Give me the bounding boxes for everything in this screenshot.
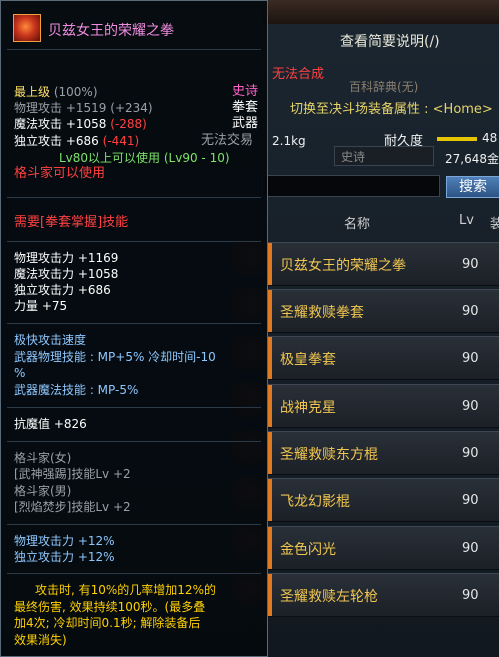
shop-row-name: 圣耀救赎东方棍 [280, 447, 378, 463]
shop-row-lv: 90 [462, 257, 479, 272]
shop-row[interactable]: 极皇拳套 90 [268, 336, 499, 380]
gold-amount: 27,648金 [445, 152, 499, 166]
ind-atk-label: 独立攻击 [14, 134, 63, 148]
shop-row[interactable]: 圣耀救赎拳套 90 [268, 289, 499, 333]
durability-bar [437, 137, 477, 141]
weapon-phys-skill-wrap: % [14, 366, 26, 380]
stat-mag-atk: 魔法攻击力 +1058 [14, 267, 119, 281]
mag-atk-delta: (-288) [110, 117, 147, 131]
encyclopedia-hint: 百科辞典(无) [349, 80, 419, 94]
item-type: 拳套 [232, 100, 259, 115]
ind-atk-value: +686 [65, 134, 99, 148]
class-female: 格斗家(女) [14, 451, 72, 465]
shop-row-name: 圣耀救赎拳套 [280, 305, 364, 321]
divider [7, 441, 261, 442]
shop-row[interactable]: 圣耀救赎东方棍 90 [268, 431, 499, 475]
divider [7, 573, 261, 574]
shop-row-name: 飞龙幻影棍 [280, 494, 350, 510]
class-requirement: 格斗家可以使用 [14, 166, 106, 181]
weapon-phys-skill: 武器物理技能 : MP+5% 冷却时间-10 [14, 350, 216, 364]
shop-row-lv: 90 [462, 588, 479, 603]
stat-phys-atk: 物理攻击力 +1169 [14, 251, 119, 265]
durability-value: 48 [482, 131, 498, 145]
shop-row-lv: 90 [462, 541, 479, 556]
search-button[interactable]: 搜索 [446, 176, 499, 198]
fist-weapon-icon [13, 14, 41, 42]
shop-row-lv: 90 [462, 493, 479, 508]
rarity-filter-dropdown[interactable]: 史诗 [334, 146, 434, 166]
item-tooltip: 贝兹女王的荣耀之拳 最上级 (100%) 史诗 无法合成 物理攻击 +1519 … [0, 0, 324, 657]
effect-desc-line4: 效果消失) [14, 633, 67, 647]
column-header-extra[interactable]: 装 [490, 213, 499, 232]
mag-atk-line: 魔法攻击 +1058 (-288) [14, 117, 147, 131]
rarity-label: 史诗 [232, 84, 259, 99]
effect-desc-line1: 攻击时, 有10%的几率增加12%的 [35, 583, 216, 597]
divider [7, 407, 261, 408]
item-category: 武器 [232, 116, 259, 131]
mag-atk-label: 魔法攻击 [14, 117, 63, 131]
no-trade-label: 无法交易 [201, 133, 254, 148]
shop-row-lv: 90 [462, 304, 479, 319]
shop-row[interactable]: 战神克星 90 [268, 384, 499, 428]
shop-row[interactable]: 圣耀救赎左轮枪 90 [268, 573, 499, 617]
item-grade: 最上级 (100%) [14, 85, 98, 99]
shop-row-name: 战神克星 [280, 400, 336, 416]
divider [7, 323, 261, 324]
divider [7, 524, 261, 525]
shop-row-lv: 90 [462, 351, 479, 366]
stat-ind-atk: 独立攻击力 +686 [14, 283, 111, 297]
effect-desc-line2: 最终伤害, 效果持续100秒。(最多叠 [14, 600, 206, 614]
switch-arena-attributes-text[interactable]: 切换至决斗场装备属性 : <Home> [290, 98, 493, 117]
shop-row[interactable]: 贝兹女王的荣耀之拳 90 [268, 242, 499, 286]
shop-row-name: 极皇拳套 [280, 352, 336, 368]
shop-row-lv: 90 [462, 399, 479, 414]
shop-header-bar [262, 0, 499, 24]
phys-atk-delta: (+234) [110, 101, 153, 115]
phys-atk-line: 物理攻击 +1519 (+234) [14, 101, 153, 115]
stat-strength: 力量 +75 [14, 299, 68, 313]
column-header-lv[interactable]: Lv [459, 213, 474, 228]
shop-row-name: 金色闪光 [280, 542, 336, 558]
column-header-name[interactable]: 名称 [344, 213, 370, 232]
grade-percent: (100%) [53, 85, 98, 99]
bonus-phys-atk: 物理攻击力 +12% [14, 534, 115, 548]
ind-atk-delta: (-441) [102, 134, 140, 148]
phys-atk-label: 物理攻击 [14, 101, 63, 115]
anti-magic-value: 抗魔值 +826 [14, 417, 87, 431]
mag-atk-value: +1058 [65, 117, 107, 131]
ind-atk-line: 独立攻击 +686 (-441) [14, 134, 139, 148]
shop-row-name: 贝兹女王的荣耀之拳 [280, 258, 406, 274]
weapon-mag-skill: 武器魔法技能 : MP-5% [14, 383, 139, 397]
search-input[interactable] [262, 175, 440, 197]
skill-female: [武神强踢]技能Lv +2 [14, 467, 131, 481]
shop-row[interactable]: 飞龙幻影棍 90 [268, 478, 499, 522]
divider [7, 241, 261, 242]
skill-male: [烈焰焚步]技能Lv +2 [14, 500, 131, 514]
shop-row[interactable]: 金色闪光 90 [268, 526, 499, 570]
shop-row-name: 圣耀救赎左轮枪 [280, 589, 378, 605]
skill-requirement: 需要[拳套掌握]技能 [14, 215, 129, 230]
level-requirement: Lv80以上可以使用 (Lv90 - 10) [59, 151, 230, 165]
bonus-ind-atk: 独立攻击力 +12% [14, 550, 115, 564]
grade-label: 最上级 [14, 85, 51, 99]
divider [7, 49, 261, 50]
shop-row-lv: 90 [462, 446, 479, 461]
item-weight: 2.1kg [272, 134, 306, 148]
divider [7, 197, 261, 198]
item-title: 贝兹女王的荣耀之拳 [48, 23, 174, 39]
cannot-combine-label: 无法合成 [272, 67, 325, 82]
effect-desc-line3: 加4次; 冷却时间0.1秒; 解除装备后 [14, 616, 201, 630]
attack-speed: 极快攻击速度 [14, 333, 87, 347]
phys-atk-value: +1519 [65, 101, 107, 115]
class-male: 格斗家(男) [14, 484, 72, 498]
view-brief-info-link[interactable]: 查看简要说明(/) [340, 31, 440, 51]
